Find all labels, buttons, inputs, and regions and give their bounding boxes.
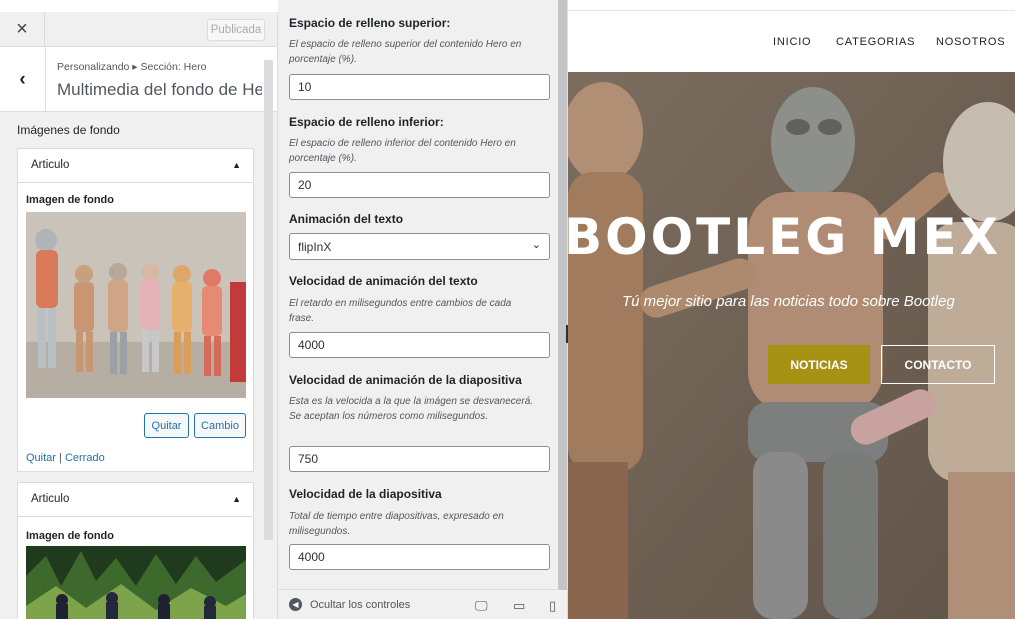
nav-item-categorias[interactable]: CATEGORIAS — [836, 36, 915, 48]
bottom-padding-title: Espacio de relleno inferior: — [289, 115, 444, 129]
slide-anim-speed-input[interactable]: 750 — [289, 446, 550, 472]
hero-controls-panel: Espacio de relleno superior: El espacio … — [278, 0, 568, 619]
controls-scrollbar[interactable] — [558, 0, 567, 590]
back-arrow-icon[interactable]: ‹ — [0, 47, 46, 112]
text-speed-title: Velocidad de animación del texto — [289, 274, 478, 288]
slide-anim-speed-title: Velocidad de animación de la diapositiva — [289, 373, 522, 387]
field-label: Imagen de fondo — [26, 194, 114, 206]
site-nav: INICIO CATEGORIAS NOSOTROS — [568, 10, 1015, 72]
hide-controls-icon: ◀ — [289, 598, 302, 611]
nav-item-inicio[interactable]: INICIO — [773, 36, 811, 48]
top-padding-desc: El espacio de relleno superior del conte… — [289, 39, 522, 65]
publish-button[interactable]: Publicada — [207, 19, 265, 41]
bottom-padding-input[interactable]: 20 — [289, 172, 550, 198]
text-animation-select[interactable]: flipInX ⌄ — [289, 233, 550, 260]
desktop-preview-icon[interactable]: 🖵 — [475, 598, 488, 614]
text-animation-value: flipInX — [298, 240, 332, 254]
remove-image-button[interactable]: Quitar — [144, 413, 189, 438]
sidebar-scrollbar[interactable] — [264, 60, 273, 540]
chevron-down-icon: ⌄ — [531, 239, 541, 251]
collapse-arrow-icon[interactable]: ▲ — [232, 160, 241, 170]
hero-title: BOOTLEG MEX — [568, 208, 1002, 266]
image-card: Articulo ▲ Imagen de fondo — [17, 148, 254, 472]
card-title: Articulo — [31, 159, 70, 171]
text-speed-desc: El retardo en milisegundos entre cambios… — [289, 298, 512, 324]
hide-controls-label: Ocultar los controles — [310, 598, 411, 611]
remove-link[interactable]: Quitar — [26, 452, 56, 464]
hero-subtitle: Tú mejor sitio para las noticias todo so… — [622, 293, 955, 310]
customizer-footer: ◀ Ocultar los controles 🖵 ▭ ▯ — [278, 589, 559, 619]
slide-anim-speed-desc: Esta es la velocida a la que la imágen s… — [289, 396, 534, 422]
section-title: Multimedia del fondo de He... — [57, 80, 262, 99]
card-header[interactable]: Articulo ▲ — [18, 149, 253, 183]
hero-section: BOOTLEG MEX Tú mejor sitio para las noti… — [568, 72, 1015, 619]
top-padding-title: Espacio de relleno superior: — [289, 16, 451, 30]
text-speed-input[interactable]: 4000 — [289, 332, 550, 358]
collapse-arrow-icon[interactable]: ▲ — [232, 494, 241, 504]
text-animation-title: Animación del texto — [289, 212, 404, 226]
card-links: Quitar | Cerrado — [26, 452, 105, 464]
tablet-preview-icon[interactable]: ▭ — [513, 598, 525, 614]
card-header[interactable]: Articulo ▲ — [18, 483, 253, 517]
card-title: Articulo — [31, 493, 70, 505]
bottom-padding-desc: El espacio de relleno inferior del conte… — [289, 138, 516, 164]
section-header: ‹ Personalizando ▸ Sección: Hero Multime… — [0, 47, 277, 112]
change-image-button[interactable]: Cambio — [194, 413, 246, 438]
breadcrumb: Personalizando ▸ Sección: Hero — [57, 61, 207, 73]
nav-item-nosotros[interactable]: NOSOTROS — [936, 36, 1005, 48]
image-card: Articulo ▲ Imagen de fondo — [17, 482, 254, 619]
close-link[interactable]: Cerrado — [65, 452, 105, 464]
slide-speed-title: Velocidad de la diapositiva — [289, 487, 442, 501]
group-label: Imágenes de fondo — [17, 123, 120, 137]
contact-button[interactable]: CONTACTO — [881, 345, 995, 384]
background-thumbnail — [26, 546, 246, 619]
top-padding-input[interactable]: 10 — [289, 74, 550, 100]
customizer-sidebar: × Publicada ‹ Personalizando ▸ Sección: … — [0, 12, 278, 619]
field-label: Imagen de fondo — [26, 530, 114, 542]
slide-speed-desc: Total de tiempo entre diapositivas, expr… — [289, 511, 504, 537]
customizer-topbar: × Publicada — [0, 12, 277, 47]
close-icon[interactable]: × — [0, 12, 45, 47]
background-thumbnail — [26, 212, 246, 398]
slide-speed-input[interactable]: 4000 — [289, 544, 550, 570]
hide-controls-button[interactable]: ◀ Ocultar los controles — [289, 598, 410, 611]
site-preview: INICIO CATEGORIAS NOSOTROS BOOTLEG MEX T… — [568, 0, 1015, 619]
news-button[interactable]: NOTICIAS — [768, 345, 870, 384]
mobile-preview-icon[interactable]: ▯ — [549, 598, 556, 614]
